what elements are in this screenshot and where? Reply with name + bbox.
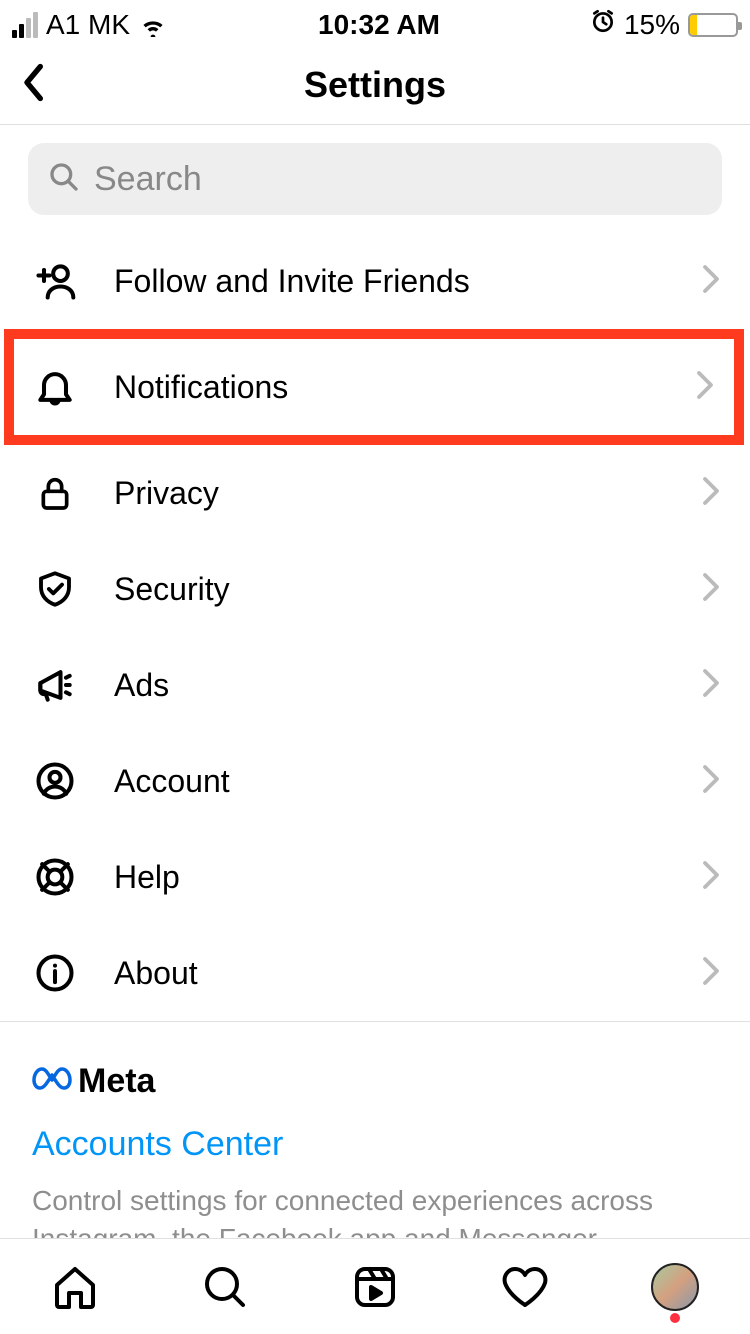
lock-icon bbox=[32, 471, 78, 515]
battery-icon bbox=[688, 13, 738, 37]
row-help[interactable]: Help bbox=[0, 829, 750, 925]
shield-icon bbox=[32, 567, 78, 611]
settings-list: Follow and Invite Friends Notifications … bbox=[0, 233, 750, 1021]
wifi-icon bbox=[138, 13, 168, 37]
lifebuoy-icon bbox=[32, 855, 78, 899]
add-person-icon bbox=[32, 259, 78, 303]
bell-icon bbox=[32, 365, 78, 409]
chevron-right-icon bbox=[696, 370, 714, 405]
row-notifications[interactable]: Notifications bbox=[4, 329, 744, 445]
search-icon bbox=[201, 1263, 249, 1311]
row-follow-invite[interactable]: Follow and Invite Friends bbox=[0, 233, 750, 329]
row-label: Privacy bbox=[114, 475, 666, 512]
battery-pct-label: 15% bbox=[624, 9, 680, 41]
search-icon bbox=[48, 161, 80, 198]
chevron-right-icon bbox=[702, 668, 720, 703]
person-circle-icon bbox=[32, 759, 78, 803]
accounts-center-link[interactable]: Accounts Center bbox=[32, 1125, 718, 1164]
row-label: Help bbox=[114, 859, 666, 896]
row-label: Account bbox=[114, 763, 666, 800]
chevron-right-icon bbox=[702, 956, 720, 991]
row-ads[interactable]: Ads bbox=[0, 637, 750, 733]
home-icon bbox=[51, 1263, 99, 1311]
status-bar: A1 MK 10:32 AM 15% bbox=[0, 0, 750, 45]
megaphone-icon bbox=[32, 663, 78, 707]
avatar-icon bbox=[651, 1263, 699, 1311]
notification-dot bbox=[670, 1313, 680, 1323]
search-field[interactable] bbox=[28, 143, 722, 215]
carrier-label: A1 MK bbox=[46, 9, 130, 41]
signal-icon bbox=[12, 12, 38, 38]
info-icon bbox=[32, 951, 78, 995]
reels-icon bbox=[351, 1263, 399, 1311]
tab-bar bbox=[0, 1238, 750, 1334]
meta-brand: Meta bbox=[32, 1062, 718, 1101]
chevron-right-icon bbox=[702, 476, 720, 511]
row-privacy[interactable]: Privacy bbox=[0, 445, 750, 541]
meta-logo-icon bbox=[32, 1065, 72, 1098]
tab-home[interactable] bbox=[45, 1257, 105, 1317]
row-label: Notifications bbox=[114, 369, 660, 406]
page-title: Settings bbox=[304, 64, 446, 106]
row-account[interactable]: Account bbox=[0, 733, 750, 829]
chevron-right-icon bbox=[702, 572, 720, 607]
tab-search[interactable] bbox=[195, 1257, 255, 1317]
search-input[interactable] bbox=[94, 160, 702, 199]
chevron-right-icon bbox=[702, 764, 720, 799]
nav-bar: Settings bbox=[0, 45, 750, 125]
tab-profile[interactable] bbox=[645, 1257, 705, 1317]
heart-icon bbox=[501, 1263, 549, 1311]
tab-reels[interactable] bbox=[345, 1257, 405, 1317]
row-label: Ads bbox=[114, 667, 666, 704]
tab-activity[interactable] bbox=[495, 1257, 555, 1317]
back-button[interactable] bbox=[20, 62, 50, 107]
alarm-icon bbox=[590, 8, 616, 41]
row-security[interactable]: Security bbox=[0, 541, 750, 637]
row-label: Security bbox=[114, 571, 666, 608]
meta-brand-label: Meta bbox=[78, 1062, 155, 1101]
row-about[interactable]: About bbox=[0, 925, 750, 1021]
row-label: About bbox=[114, 955, 666, 992]
row-label: Follow and Invite Friends bbox=[114, 263, 666, 300]
time-label: 10:32 AM bbox=[318, 9, 440, 41]
chevron-right-icon bbox=[702, 860, 720, 895]
chevron-right-icon bbox=[702, 264, 720, 299]
